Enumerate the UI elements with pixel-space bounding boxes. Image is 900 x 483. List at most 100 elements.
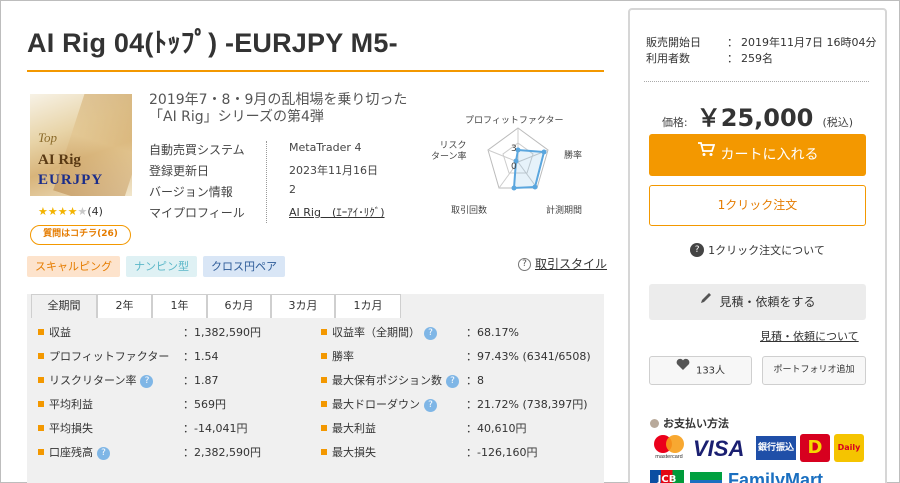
pen-icon: [699, 283, 713, 319]
rating-stars-icon: ★★★★: [38, 205, 78, 218]
help-dark-icon: ?: [690, 243, 705, 257]
favorite-button[interactable]: 133人: [649, 356, 752, 385]
stat-balance: 口座残高? ：2,382,590円: [38, 444, 261, 466]
stat-risk-return: リスクリターン率? ：1.87: [38, 372, 219, 394]
help-icon[interactable]: ?: [446, 374, 459, 388]
tab-all-period[interactable]: 全期間: [31, 294, 97, 318]
bullet-icon: [321, 329, 327, 335]
tag-cross-yen[interactable]: クロス円ペア: [203, 256, 285, 277]
bullet-icon: [321, 353, 327, 359]
dpoint-logo: D: [800, 434, 830, 462]
profile-link[interactable]: AI Rig (ｴｰｱｲ･ﾘｸﾞ): [289, 204, 385, 220]
stat-win-rate: 勝率 ：97.43% (6341/6508): [321, 348, 591, 370]
question-button[interactable]: 質問はコチラ(26): [30, 225, 131, 245]
radar-scale-label: 0: [511, 162, 517, 172]
meta-row-users: 利用者数 ： 259名: [646, 52, 773, 65]
price-label: 価格:: [661, 116, 688, 129]
tab-6months[interactable]: 6カ月: [207, 294, 271, 318]
tab-2years[interactable]: 2年: [97, 294, 152, 318]
tag-scalping[interactable]: スキャルピング: [27, 256, 120, 277]
stat-avg-profit: 平均利益 ：569円: [38, 396, 226, 418]
radar-label-period: 計測期間: [546, 206, 583, 216]
info-value: MetaTrader 4: [289, 141, 362, 154]
cart-icon: [697, 132, 715, 174]
rating-star-empty-icon: ★: [77, 205, 88, 218]
radar-point: [541, 149, 547, 155]
bullet-icon: [38, 449, 44, 455]
bank-transfer-logo: 銀行振込: [756, 436, 796, 460]
rating[interactable]: ★★★★★(4): [38, 205, 103, 218]
radar-label-trades: 取引回数: [451, 206, 488, 216]
payment-logos: mastercard VISA 銀行振込 D Daily JCB FamilyM…: [650, 434, 875, 483]
bullet-icon: [38, 401, 44, 407]
info-label: バージョン情報: [149, 185, 233, 199]
stat-max-drawdown: 最大ドローダウン? ：21.72% (738,397円): [321, 396, 588, 418]
info-divider: [266, 141, 267, 223]
price: 価格: ￥25,000 (税込): [630, 98, 885, 133]
help-icon[interactable]: ?: [97, 446, 110, 460]
info-value: 2: [289, 183, 296, 196]
add-to-cart-button[interactable]: カートに入れる: [649, 134, 866, 176]
request-quote-button[interactable]: 見積・依頼をする: [649, 284, 866, 320]
radar-label-pf: プロフィットファクター: [465, 116, 564, 126]
help-circle-icon: ?: [518, 258, 531, 271]
help-icon[interactable]: ?: [424, 398, 437, 412]
bullet-icon: [321, 425, 327, 431]
info-row-profile: マイプロフィール AI Rig (ｴｰｱｲ･ﾘｸﾞ): [149, 204, 399, 225]
info-value: 2023年11月16日: [289, 164, 378, 177]
product-thumbnail[interactable]: Top AI Rig EURJPY: [30, 94, 132, 196]
bullet-icon: [38, 425, 44, 431]
cart-button-label: カートに入れる: [720, 147, 819, 163]
bullet-icon: [38, 353, 44, 359]
radar-point: [511, 185, 517, 191]
jcb-logo: JCB: [650, 470, 684, 483]
title-divider: [27, 70, 604, 72]
trade-style-label: 取引スタイル: [535, 257, 608, 271]
bullet-icon: [321, 401, 327, 407]
sidebar-divider: [644, 81, 869, 82]
tag-nanpin[interactable]: ナンピン型: [126, 256, 197, 277]
radar-scale-label: 3: [511, 144, 517, 154]
purchase-sidebar: 販売開始日 ： 2019年11月7日 16時04分 利用者数 ： 259名 価格…: [628, 8, 887, 483]
one-click-order-button[interactable]: 1クリック注文: [649, 185, 866, 226]
stat-avg-loss: 平均損失 ：-14,041円: [38, 420, 247, 442]
trade-style-link[interactable]: ? 取引スタイル: [518, 255, 607, 272]
radar-point: [532, 184, 538, 190]
tab-3months[interactable]: 3カ月: [271, 294, 335, 318]
bullet-icon: [38, 377, 44, 383]
info-label: 登録更新日: [149, 164, 210, 178]
payment-dot-icon: [650, 418, 659, 428]
price-amount: ￥25,000: [696, 104, 814, 132]
daily-logo: Daily: [834, 434, 864, 462]
tab-1month[interactable]: 1カ月: [335, 294, 401, 318]
add-portfolio-button[interactable]: ポートフォリオ追加: [762, 356, 866, 385]
radar-series-polygon: [512, 148, 546, 190]
help-icon[interactable]: ?: [140, 374, 154, 388]
help-icon[interactable]: ?: [424, 326, 437, 340]
tab-1year[interactable]: 1年: [152, 294, 207, 318]
stat-max-profit: 最大利益 ：40,610円: [321, 420, 527, 442]
quote-info-link[interactable]: 見積・依頼について: [760, 328, 859, 344]
radar-chart: 3 0 プロフィットファクター 勝率 計測期間 取引回数 リスク ターン率: [421, 111, 606, 221]
stat-max-positions: 最大保有ポジション数? ：8: [321, 372, 484, 394]
info-label: 自動売買システム: [149, 143, 245, 157]
thumbnail-text-top: Top: [38, 130, 58, 145]
heart-icon: [676, 355, 690, 382]
info-row-updated: 登録更新日 2023年11月16日: [149, 162, 399, 183]
bullet-icon: [321, 449, 327, 455]
meta-row-start: 販売開始日 ： 2019年11月7日 16時04分: [646, 36, 877, 49]
radar-label-winrate: 勝率: [564, 151, 583, 161]
familymart-logo: FamilyMart: [690, 470, 840, 483]
info-row-version: バージョン情報 2: [149, 183, 399, 204]
stat-return-rate: 収益率（全期間）? ：68.17%: [321, 324, 519, 346]
payment-heading: お支払い方法: [650, 415, 729, 431]
radar-label-risk: リスク ターン率: [431, 141, 467, 162]
one-click-about-link[interactable]: ? 1クリック注文について: [630, 242, 885, 258]
product-info-table: 自動売買システム MetaTrader 4 登録更新日 2023年11月16日 …: [149, 141, 399, 225]
rating-count: (4): [87, 205, 103, 218]
stat-profit-factor: プロフィットファクター ：1.54: [38, 348, 219, 370]
visa-logo: VISA: [693, 436, 745, 461]
sale-meta: 販売開始日 ： 2019年11月7日 16時04分 利用者数 ： 259名: [646, 34, 876, 66]
bullet-icon: [38, 329, 44, 335]
page-title: AI Rig 04(ﾄｯﾌﾟ) -EURJPY M5-: [27, 28, 398, 58]
